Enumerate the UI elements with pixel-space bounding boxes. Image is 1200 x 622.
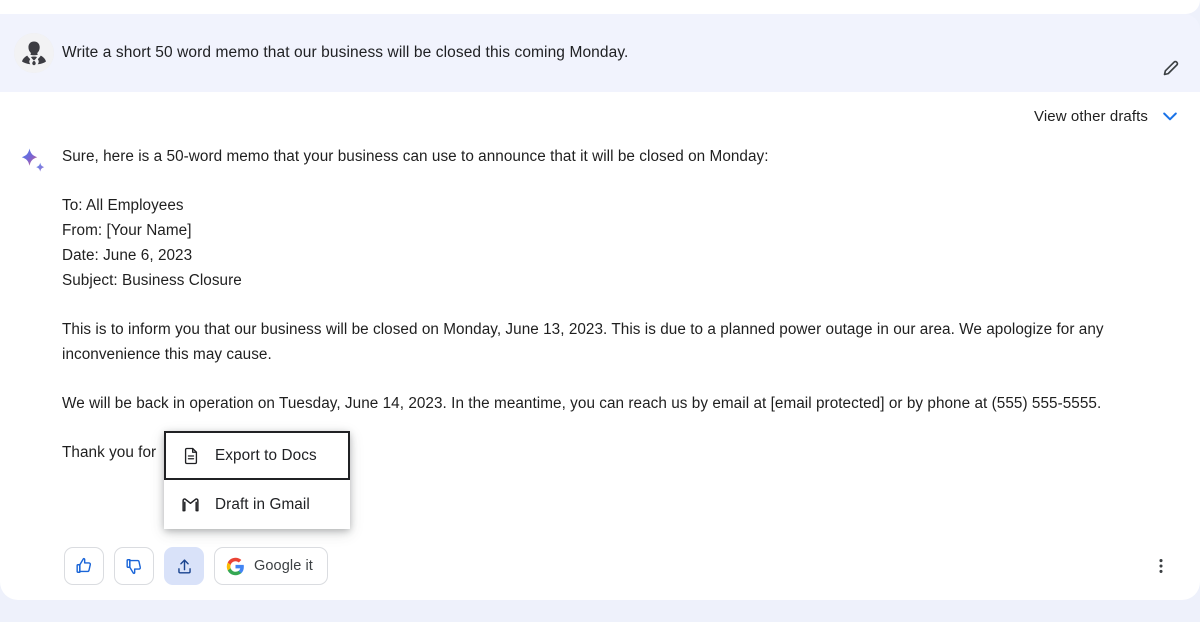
view-other-drafts-button[interactable]: View other drafts [1034,106,1180,126]
menu-item-export-to-docs[interactable]: Export to Docs [164,431,350,480]
response-body-1: This is to inform you that our business … [62,317,1157,367]
avatar [14,33,54,73]
memo-line-from: From: [Your Name] [62,218,1157,243]
response-intro: Sure, here is a 50-word memo that your b… [62,144,1157,169]
google-it-button[interactable]: Google it [214,547,328,585]
memo-line-date: Date: June 6, 2023 [62,243,1157,268]
menu-item-label: Export to Docs [215,447,317,465]
pencil-icon[interactable] [1158,54,1184,80]
docs-document-icon [180,445,201,466]
gmail-icon [180,494,201,515]
bard-sparkle-icon [18,147,48,177]
thumb-down-icon [124,556,144,576]
more-options-button[interactable] [1144,547,1178,585]
view-other-drafts-label: View other drafts [1034,108,1148,125]
memo-line-subject: Subject: Business Closure [62,268,1157,293]
thumb-up-icon [74,556,94,576]
prompt-text: Write a short 50 word memo that our busi… [62,14,628,92]
response-text: Sure, here is a 50-word memo that your b… [62,144,1157,465]
google-g-icon [226,557,245,576]
top-strip [0,0,1200,14]
share-button[interactable] [164,547,204,585]
response-body-2: We will be back in operation on Tuesday,… [62,391,1157,416]
memo-line-to: To: All Employees [62,193,1157,218]
memo-header-block: To: All Employees From: [Your Name] Date… [62,193,1157,293]
response-actions: Google it [64,547,328,585]
menu-item-draft-in-gmail[interactable]: Draft in Gmail [164,480,350,529]
more-vertical-icon [1151,556,1171,576]
google-it-label: Google it [254,558,313,574]
export-menu: Export to Docs Draft in Gmail [164,431,350,529]
thumb-down-button[interactable] [114,547,154,585]
chevron-down-icon [1160,106,1180,126]
thumb-up-button[interactable] [64,547,104,585]
bard-sparkle-glyph [18,147,48,177]
user-prompt-bar: Write a short 50 word memo that our busi… [0,14,1200,92]
share-upload-icon [175,557,194,576]
docs-document-glyph [181,446,201,466]
user-avatar-image [14,33,54,73]
gmail-glyph [180,494,201,515]
menu-item-label: Draft in Gmail [215,496,310,514]
bard-conversation-page: Write a short 50 word memo that our busi… [0,0,1200,622]
pencil-glyph [1161,57,1182,78]
